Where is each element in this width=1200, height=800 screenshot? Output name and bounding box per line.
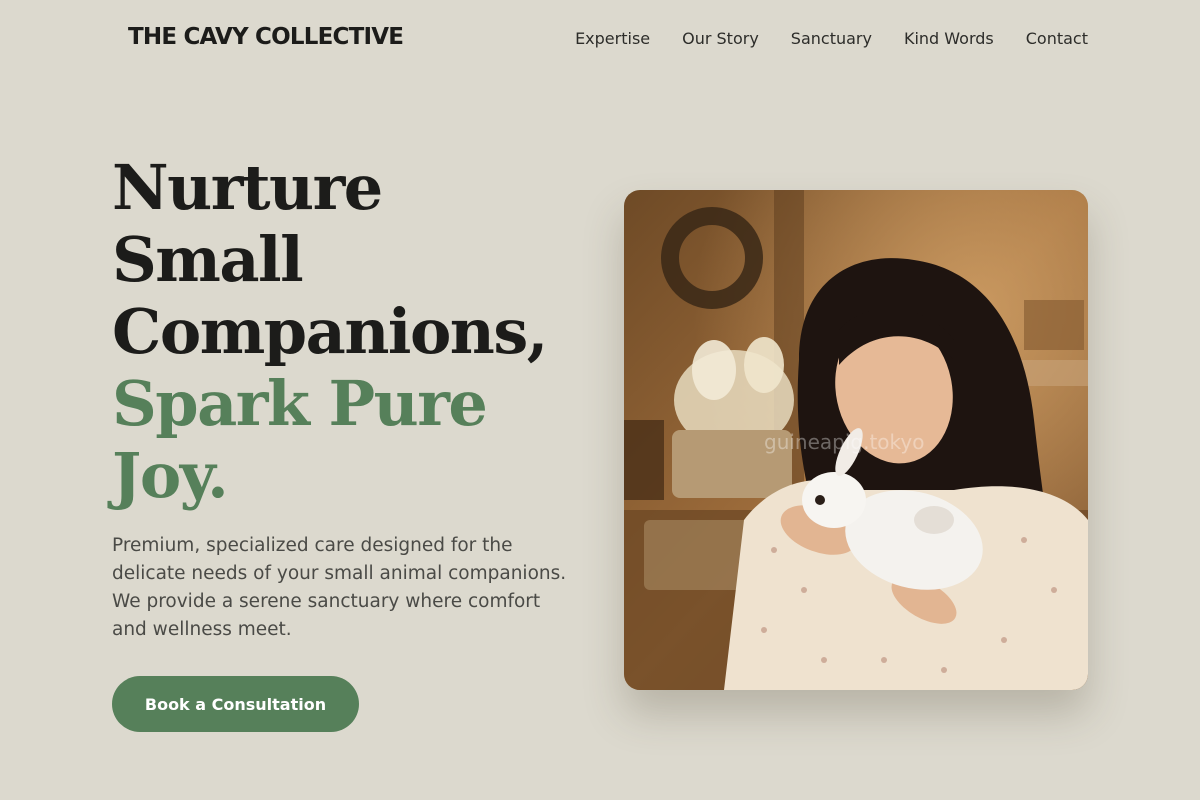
image-watermark: guineapig.tokyo bbox=[764, 430, 925, 454]
nav-link-sanctuary[interactable]: Sanctuary bbox=[791, 29, 872, 48]
landing-page: THE CAVY COLLECTIVE Expertise Our Story … bbox=[0, 0, 1200, 800]
hero-description: Premium, specialized care designed for t… bbox=[112, 535, 567, 640]
hero-title-line: Nurture bbox=[112, 151, 383, 224]
hero-title: Nurture Small Companions, Spark Pure Joy… bbox=[112, 152, 582, 512]
nav-link-our-story[interactable]: Our Story bbox=[682, 29, 759, 48]
hero-title-accent-line: Joy. bbox=[112, 439, 229, 512]
nav-link-contact[interactable]: Contact bbox=[1026, 29, 1088, 48]
main-nav: Expertise Our Story Sanctuary Kind Words… bbox=[575, 29, 1088, 48]
hero-title-line: Small bbox=[112, 223, 304, 296]
hero-photo: guineapig.tokyo bbox=[624, 190, 1088, 690]
book-consultation-button[interactable]: Book a Consultation bbox=[112, 676, 359, 732]
hero-title-line: Companions, bbox=[112, 295, 548, 368]
nav-link-expertise[interactable]: Expertise bbox=[575, 29, 650, 48]
site-logo[interactable]: THE CAVY COLLECTIVE bbox=[128, 24, 404, 50]
site-header: THE CAVY COLLECTIVE Expertise Our Story … bbox=[0, 0, 1200, 80]
hero-title-accent-line: Spark Pure bbox=[112, 367, 488, 440]
nav-link-kind-words[interactable]: Kind Words bbox=[904, 29, 994, 48]
